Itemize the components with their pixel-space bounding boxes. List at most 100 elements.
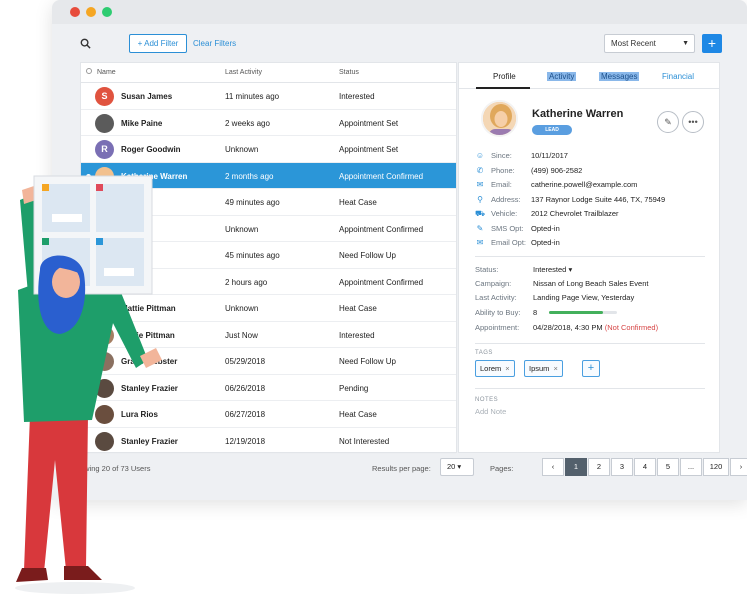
- tag-label: Ipsum: [529, 364, 550, 373]
- appointment-row: Appointment: 04/28/2018, 4:30 PM (Not Co…: [475, 323, 715, 335]
- table-row[interactable]: S Susan James 11 minutes ago Interested: [81, 83, 456, 110]
- row-last-activity: 2 hours ago: [225, 277, 268, 287]
- appointment-value: 04/28/2018, 4:30 PM (Not Confirmed): [533, 323, 658, 332]
- row-status: Appointment Confirmed: [339, 171, 424, 181]
- info-value: catherine.powell@example.com: [531, 180, 638, 189]
- status-label: Status:: [475, 265, 499, 274]
- pagination-footer: owing 20 of 73 Users Results per page: 2…: [80, 458, 747, 478]
- phone-icon: ✆: [476, 165, 484, 175]
- tab-profile[interactable]: Profile: [493, 72, 516, 81]
- add-tag-button[interactable]: +: [582, 360, 600, 377]
- page-button[interactable]: 3: [611, 458, 633, 476]
- row-last-activity: 06/26/2018: [225, 383, 266, 393]
- add-button[interactable]: +: [702, 34, 722, 53]
- page-button[interactable]: 2: [588, 458, 610, 476]
- tab-financial[interactable]: Financial: [662, 72, 694, 81]
- info-row: ⛟ Vehicle: 2012 Chevrolet Trailblazer: [475, 209, 715, 221]
- status-dropdown[interactable]: Interested ▾: [533, 265, 572, 274]
- ellipsis-icon: •••: [688, 117, 698, 127]
- add-note-input[interactable]: Add Note: [475, 407, 506, 416]
- row-status: Heat Case: [339, 410, 377, 419]
- row-last-activity: 12/19/2018: [225, 436, 266, 446]
- row-last-activity: Just Now: [225, 330, 258, 340]
- toolbar: + Add Filter Clear Filters Most Recent ▼…: [80, 34, 722, 54]
- sort-dropdown[interactable]: Most Recent ▼: [604, 34, 695, 53]
- edit-button[interactable]: ✎: [657, 111, 679, 133]
- row-last-activity: 2 months ago: [225, 171, 274, 181]
- info-row: ✉ Email Opt: Opted-in: [475, 238, 715, 250]
- select-all-radio[interactable]: [86, 68, 92, 74]
- row-name: Mike Paine: [121, 118, 163, 128]
- sms-icon: ✎: [476, 223, 484, 233]
- results-per-page-select[interactable]: 20 ▾: [440, 458, 474, 476]
- last-activity-value: Landing Page View, Yesterday: [533, 293, 635, 302]
- campaign-value: Nissan of Long Beach Sales Event: [533, 279, 649, 288]
- row-status: Appointment Confirmed: [339, 224, 424, 234]
- minimize-window-dot[interactable]: [86, 7, 96, 17]
- tag-chip[interactable]: Lorem ×: [475, 360, 515, 377]
- info-label: Email:: [491, 180, 512, 189]
- info-row: ✆ Phone: (499) 906-2582: [475, 166, 715, 178]
- campaign-label: Campaign:: [475, 279, 512, 288]
- column-header-status[interactable]: Status: [339, 69, 359, 76]
- info-label: Since:: [491, 151, 512, 160]
- appointment-label: Appointment:: [475, 323, 520, 332]
- page-button[interactable]: 5: [657, 458, 679, 476]
- divider: [475, 256, 705, 257]
- appointment-datetime: 04/28/2018, 4:30 PM: [533, 323, 603, 332]
- close-window-dot[interactable]: [70, 7, 80, 17]
- row-last-activity: 2 weeks ago: [225, 118, 270, 128]
- add-filter-button[interactable]: + Add Filter: [129, 34, 187, 53]
- ability-row: Ability to Buy: 8: [475, 308, 715, 320]
- sort-value: Most Recent: [611, 39, 656, 48]
- row-status: Appointment Confirmed: [339, 277, 424, 287]
- remove-tag-icon[interactable]: ×: [505, 364, 509, 373]
- campaign-row: Campaign: Nissan of Long Beach Sales Eve…: [475, 279, 715, 291]
- tag-label: Lorem: [480, 364, 502, 373]
- info-row: ✉ Email: catherine.powell@example.com: [475, 180, 715, 192]
- search-icon[interactable]: [80, 36, 91, 54]
- tab-activity[interactable]: Activity: [547, 72, 577, 81]
- email-icon: ✉: [476, 180, 484, 189]
- row-status: Heat Case: [339, 304, 377, 313]
- remove-tag-icon[interactable]: ×: [553, 364, 557, 373]
- row-last-activity: 11 minutes ago: [225, 92, 280, 101]
- info-label: Phone:: [491, 165, 515, 175]
- appointment-flag: (Not Confirmed): [604, 323, 659, 332]
- next-page-button[interactable]: ›: [730, 458, 747, 476]
- detail-tabs: Profile Activity Messages Financial: [459, 63, 719, 89]
- tag-chip[interactable]: Ipsum ×: [524, 360, 563, 377]
- row-last-activity: 06/27/2018: [225, 410, 266, 419]
- row-last-activity: Unknown: [225, 304, 259, 313]
- info-value: Opted-in: [531, 223, 560, 233]
- info-label: SMS Opt:: [491, 223, 524, 233]
- table-row[interactable]: Mike Paine 2 weeks ago Appointment Set: [81, 110, 456, 136]
- info-label: Address:: [491, 194, 521, 204]
- page-button[interactable]: 1: [565, 458, 587, 476]
- row-last-activity: Unknown: [225, 224, 259, 234]
- prev-page-button[interactable]: ‹: [542, 458, 564, 476]
- ability-value: 8: [533, 308, 538, 317]
- row-status: Appointment Set: [339, 118, 399, 128]
- ability-label: Ability to Buy:: [475, 308, 521, 317]
- location-icon: ⚲: [477, 194, 483, 204]
- ability-bar: [549, 311, 617, 314]
- notes-title: NOTES: [475, 397, 499, 403]
- page-ellipsis: ...: [680, 458, 702, 476]
- pages-label: Pages:: [490, 464, 514, 473]
- ability-bar-fill: [549, 311, 604, 314]
- table-row[interactable]: R Roger Goodwin Unknown Appointment Set: [81, 136, 456, 163]
- clear-filters-link[interactable]: Clear Filters: [193, 39, 236, 48]
- person-icon: ☺: [475, 151, 485, 160]
- info-label: Email Opt:: [491, 238, 527, 247]
- tab-messages[interactable]: Messages: [599, 72, 640, 81]
- page-button[interactable]: 4: [634, 458, 656, 476]
- maximize-window-dot[interactable]: [102, 7, 112, 17]
- info-value: 137 Raynor Lodge Suite 446, TX, 75949: [531, 194, 666, 204]
- row-status: Heat Case: [339, 198, 377, 207]
- column-header-last-activity[interactable]: Last Activity: [225, 69, 262, 76]
- stage: + Add Filter Clear Filters Most Recent ▼…: [0, 0, 747, 597]
- more-options-button[interactable]: •••: [682, 111, 704, 133]
- column-header-name[interactable]: Name: [97, 69, 116, 76]
- page-button[interactable]: 120: [703, 458, 729, 476]
